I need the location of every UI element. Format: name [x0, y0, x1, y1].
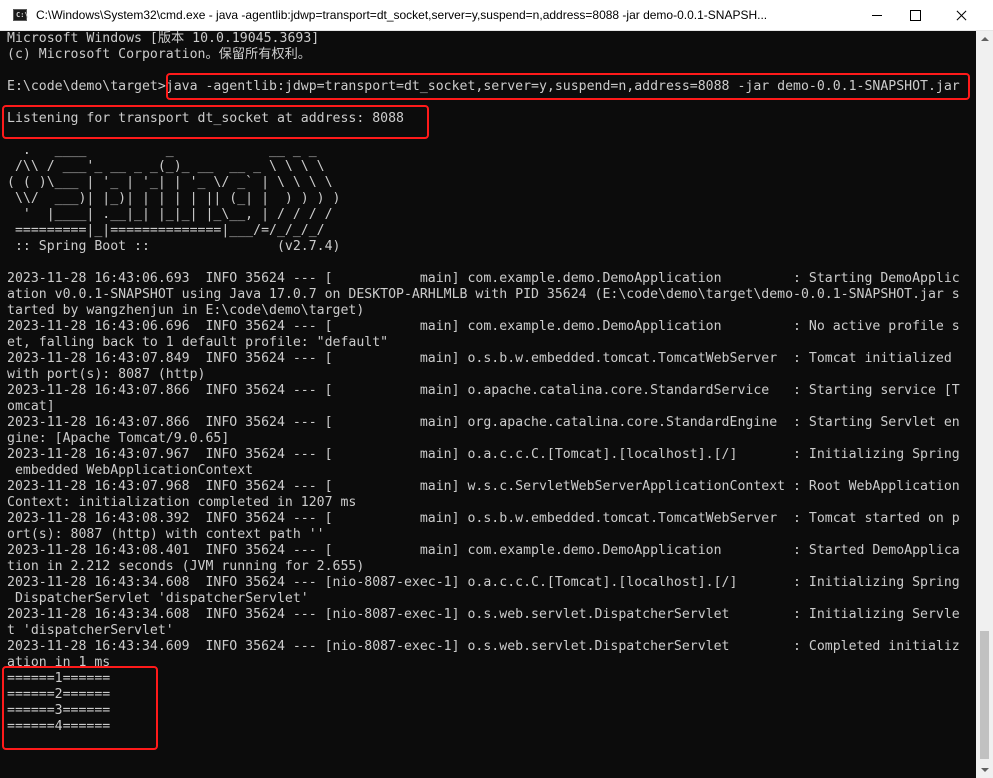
cmd-icon-text: C:\: [16, 11, 29, 19]
console-line: 2023-11-28 16:43:07.866 INFO 35624 --- […: [7, 383, 960, 398]
console-output[interactable]: Microsoft Windows [版本 10.0.19045.3693] (…: [0, 31, 976, 778]
console-line: _: [7, 735, 15, 750]
console-line: \\/ ___)| |_)| | | | | || (_| | ) ) ) ): [7, 191, 341, 206]
console-text: Microsoft Windows [版本 10.0.19045.3693] (…: [7, 31, 960, 751]
console-line: 2023-11-28 16:43:07.967 INFO 35624 --- […: [7, 447, 960, 462]
scroll-up-arrow-icon[interactable]: [976, 31, 993, 48]
console-line: 2023-11-28 16:43:08.401 INFO 35624 --- […: [7, 543, 960, 558]
vertical-scrollbar[interactable]: [976, 31, 993, 778]
console-line: 2023-11-28 16:43:07.849 INFO 35624 --- […: [7, 351, 952, 366]
console-line: et, falling back to 1 default profile: "…: [7, 335, 389, 350]
console-line: 2023-11-28 16:43:34.608 INFO 35624 --- […: [7, 575, 960, 590]
close-button[interactable]: [938, 0, 984, 30]
console-line: omcat]: [7, 399, 55, 414]
console-line: 2023-11-28 16:43:06.693 INFO 35624 --- […: [7, 271, 960, 286]
console-line: E:\code\demo\target>java -agentlib:jdwp=…: [7, 79, 960, 94]
console-line: 2023-11-28 16:43:06.696 INFO 35624 --- […: [7, 319, 960, 334]
cmd-icon[interactable]: C:\: [13, 9, 29, 21]
console-line: (c) Microsoft Corporation。保留所有权利。: [7, 47, 311, 62]
console-line: Listening for transport dt_socket at add…: [7, 111, 404, 126]
console-line: ort(s): 8087 (http) with context path '': [7, 527, 325, 542]
console-line: tarted by wangzhenjun in E:\code\demo\ta…: [7, 303, 365, 318]
console-line: t 'dispatcherServlet': [7, 623, 174, 638]
scrollbar-thumb[interactable]: [980, 631, 989, 759]
console-line: embedded WebApplicationContext: [7, 463, 254, 478]
console-line: 2023-11-28 16:43:07.866 INFO 35624 --- […: [7, 415, 960, 430]
title-bar[interactable]: C:\ C:\Windows\System32\cmd.exe - java -…: [0, 0, 993, 31]
console-line: ( ( )\___ | '_ | '_| | '_ \/ _` | \ \ \ …: [7, 175, 333, 190]
console-line: Context: initialization completed in 120…: [7, 495, 357, 510]
console-line: /\\ / ___'_ __ _ _(_)_ __ __ _ \ \ \ \: [7, 159, 325, 174]
console-line: 2023-11-28 16:43:34.608 INFO 35624 --- […: [7, 607, 960, 622]
console-line: 2023-11-28 16:43:34.609 INFO 35624 --- […: [7, 639, 960, 654]
console-line: ======3======: [7, 703, 111, 718]
console-line: tion in 2.212 seconds (JVM running for 2…: [7, 559, 365, 574]
console-line: ation v0.0.1-SNAPSHOT using Java 17.0.7 …: [7, 287, 960, 302]
console-line: gine: [Apache Tomcat/9.0.65]: [7, 431, 230, 446]
console-line: ======2======: [7, 687, 111, 702]
console-line: ation in 1 ms: [7, 655, 111, 670]
console-line: 2023-11-28 16:43:08.392 INFO 35624 --- […: [7, 511, 960, 526]
window-title: C:\Windows\System32\cmd.exe - java -agen…: [36, 8, 768, 22]
console-line: with port(s): 8087 (http): [7, 367, 206, 382]
console-line: =========|_|==============|___/=/_/_/_/: [7, 223, 325, 238]
console-line: DispatcherServlet 'dispatcherServlet': [7, 591, 309, 606]
console-line: 2023-11-28 16:43:07.968 INFO 35624 --- […: [7, 479, 960, 494]
console-line: :: Spring Boot :: (v2.7.4): [7, 239, 341, 254]
maximize-button[interactable]: [892, 0, 938, 30]
console-line: ======1======: [7, 671, 111, 686]
console-line: . ____ _ __ _ _: [7, 143, 317, 158]
cmd-window: C:\ C:\Windows\System32\cmd.exe - java -…: [0, 0, 993, 778]
console-line: ' |____| .__|_| |_|_| |_\__, | / / / /: [7, 207, 333, 222]
console-line: ======4======: [7, 719, 111, 734]
scroll-down-arrow-icon[interactable]: [976, 761, 993, 778]
console-line: Microsoft Windows [版本 10.0.19045.3693]: [7, 31, 320, 46]
